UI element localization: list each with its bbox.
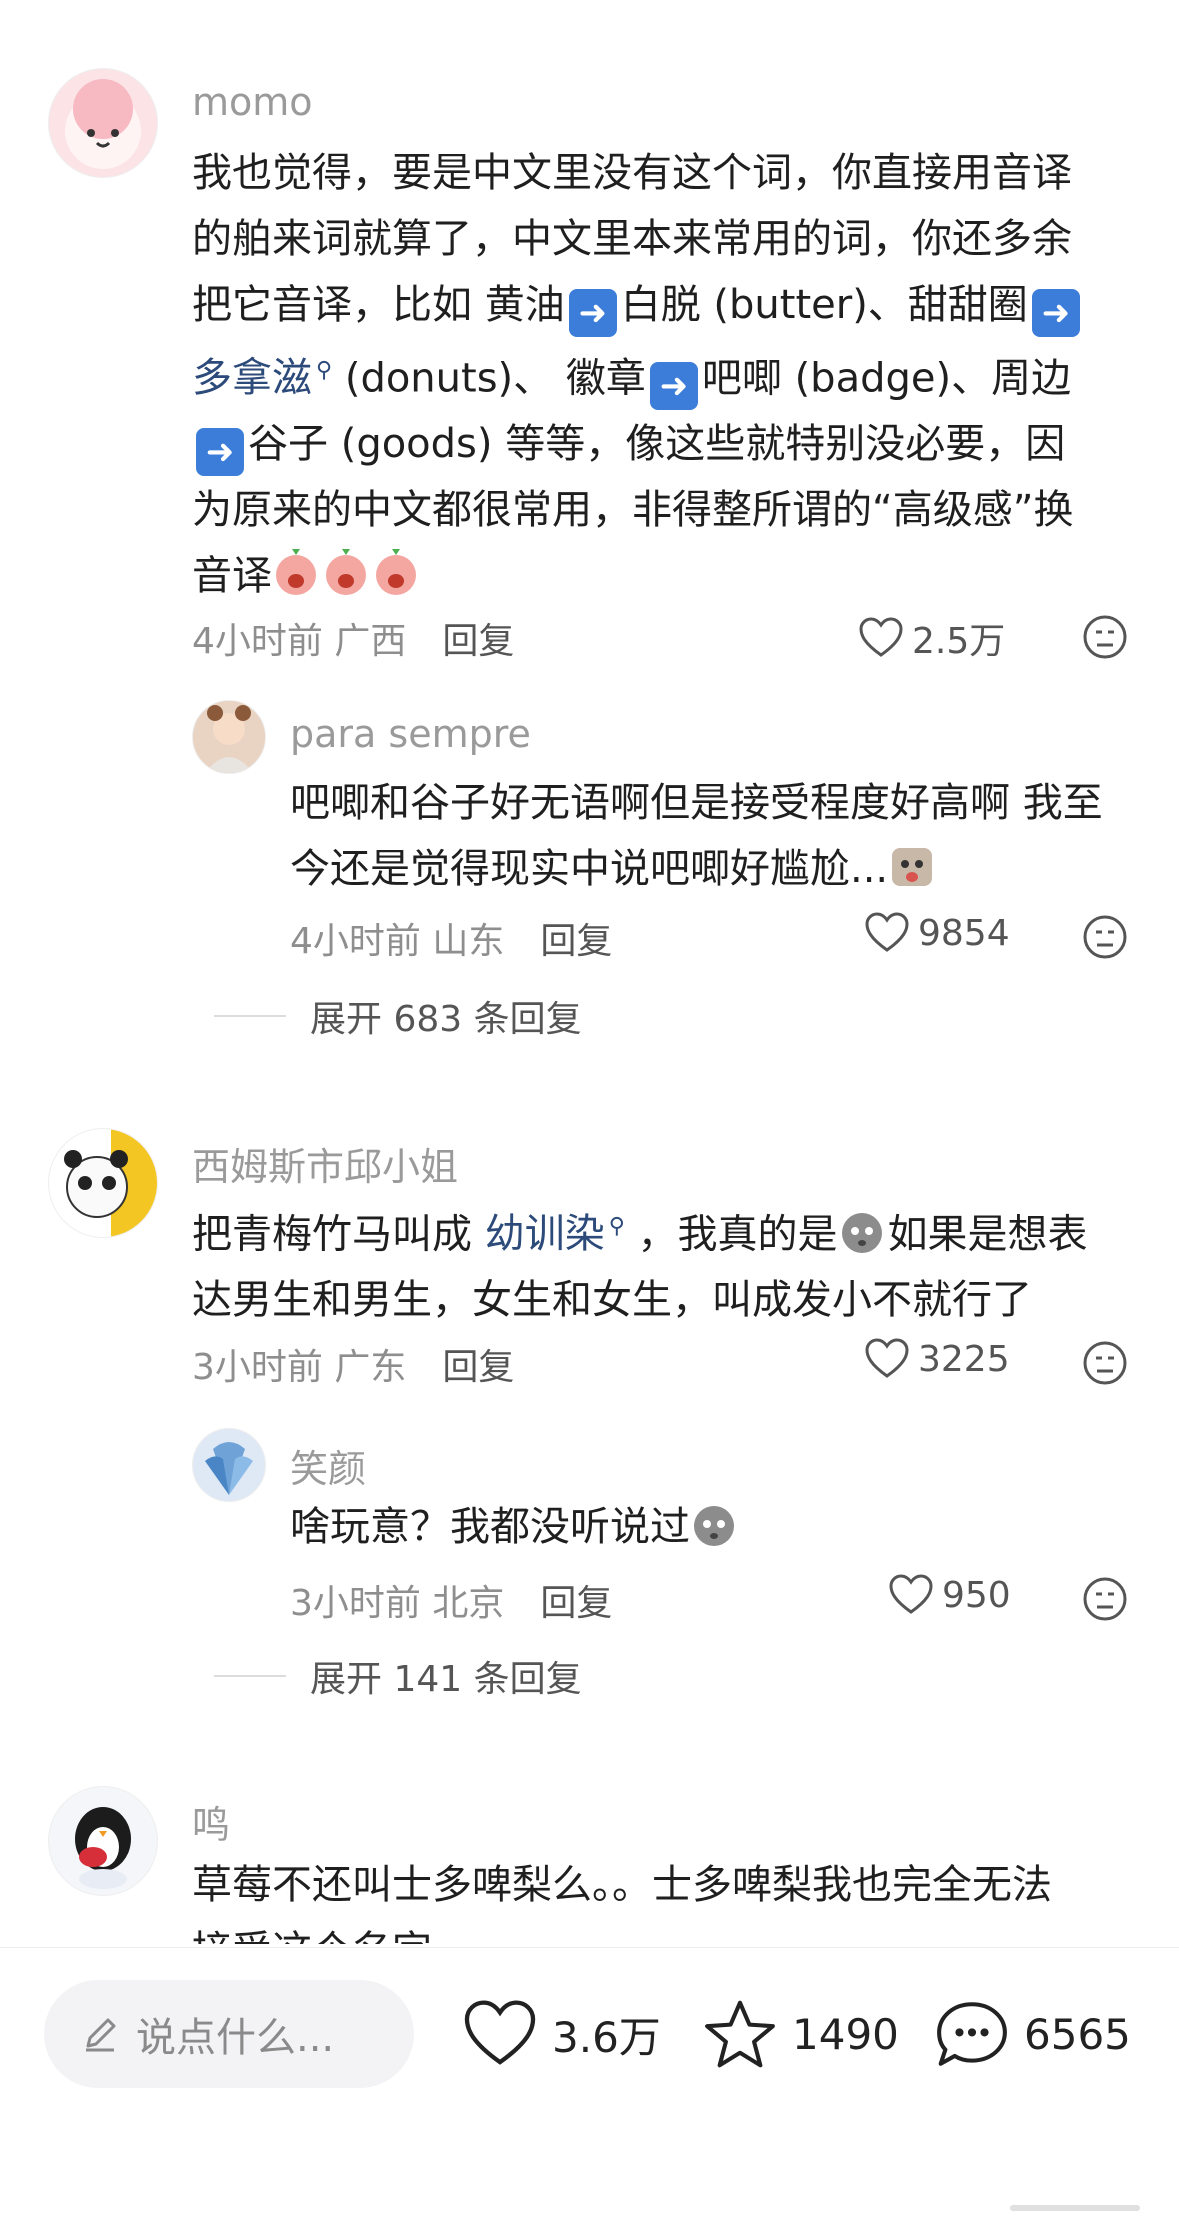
like-post-button[interactable]: 3.6万 bbox=[462, 1980, 661, 2088]
heart-icon bbox=[865, 912, 909, 952]
comment-text: 草莓不还叫士多啤梨么。。士多啤梨我也完全无法 接受这个名字 bbox=[192, 1862, 1052, 1944]
comment-author[interactable]: 西姆斯市邱小姐 bbox=[192, 1136, 458, 1191]
like-button[interactable]: 950 bbox=[888, 1574, 1011, 1616]
arrow-right-icon: ➜ bbox=[1031, 289, 1080, 337]
avatar[interactable] bbox=[48, 68, 158, 178]
expand-replies-button[interactable]: 展开 141 条回复 bbox=[214, 1650, 582, 1702]
like-button[interactable]: 2.5万 bbox=[858, 612, 1005, 664]
heart-icon bbox=[464, 2000, 536, 2065]
comment-text: 吧唧和谷子好无语啊但是接受程度好高啊 我至 今还是觉得现实中说吧唧好尴尬... bbox=[290, 780, 1103, 892]
reply-button[interactable]: 回复 bbox=[442, 621, 514, 662]
dislike-icon[interactable] bbox=[1082, 1576, 1128, 1622]
speechless-face-icon bbox=[694, 1506, 734, 1546]
expand-replies-button[interactable]: 展开 683 条回复 bbox=[214, 990, 582, 1042]
comment-author[interactable]: momo bbox=[192, 80, 313, 124]
divider bbox=[214, 1015, 286, 1017]
crying-peach-icon bbox=[276, 549, 316, 596]
dislike-icon[interactable] bbox=[1082, 914, 1128, 960]
search-icon: ⚲ bbox=[608, 1214, 625, 1239]
search-link[interactable]: 幼训染 ⚲ bbox=[485, 1211, 625, 1257]
comment-meta: 3小时前 北京 回复 bbox=[290, 1583, 613, 1624]
avatar[interactable] bbox=[48, 1128, 158, 1238]
search-link[interactable]: 多拿滋 ⚲ bbox=[192, 355, 332, 401]
comment-author[interactable]: para sempre bbox=[290, 712, 531, 756]
comment-text: 把青梅竹马叫成 幼训染 ⚲ ，我真的是 如果是想表 达男生和男生，女生和女生，叫成发… bbox=[192, 1194, 1088, 1333]
dislike-icon[interactable] bbox=[1082, 1340, 1128, 1386]
like-button[interactable]: 3225 bbox=[864, 1338, 1010, 1380]
comment-author[interactable]: 笑颜 bbox=[290, 1438, 366, 1493]
comment-text: 啥玩意？我都没听说过 bbox=[290, 1494, 740, 1560]
reply-button[interactable]: 回复 bbox=[442, 1347, 514, 1388]
heart-icon bbox=[889, 1574, 933, 1614]
search-icon: ⚲ bbox=[316, 358, 333, 383]
chat-bubble-icon bbox=[937, 2002, 1007, 2066]
comment-input[interactable]: 说点什么... bbox=[44, 1980, 414, 2088]
home-indicator bbox=[1010, 2205, 1140, 2211]
crying-peach-icon bbox=[376, 549, 416, 596]
divider bbox=[214, 1675, 286, 1677]
avatar[interactable] bbox=[48, 1786, 158, 1896]
pencil-icon bbox=[86, 2018, 116, 2052]
reply-button[interactable]: 回复 bbox=[540, 1583, 612, 1624]
arrow-right-icon: ➜ bbox=[568, 289, 617, 337]
comment-input-placeholder: 说点什么... bbox=[136, 2015, 335, 2061]
crying-peach-icon bbox=[326, 549, 366, 596]
avatar[interactable] bbox=[192, 1428, 266, 1502]
dislike-icon[interactable] bbox=[1082, 614, 1128, 660]
bottom-action-bar: 说点什么... 3.6万 1490 6565 bbox=[0, 1947, 1179, 2219]
reply-button[interactable]: 回复 bbox=[540, 921, 612, 962]
arrow-right-icon: ➜ bbox=[196, 428, 244, 477]
shocked-cat-icon bbox=[892, 848, 933, 886]
comment-meta: 4小时前 广西 回复 bbox=[192, 621, 515, 662]
comments-button[interactable]: 6565 bbox=[934, 1980, 1131, 2088]
arrow-right-icon: ➜ bbox=[649, 362, 698, 411]
heart-icon bbox=[865, 1338, 909, 1378]
favorite-button[interactable]: 1490 bbox=[702, 1980, 899, 2088]
like-button[interactable]: 9854 bbox=[864, 912, 1010, 954]
speechless-face-icon bbox=[841, 1213, 882, 1254]
avatar[interactable] bbox=[192, 700, 266, 774]
comment-meta: 4小时前 山东 回复 bbox=[290, 921, 613, 962]
comment-author[interactable]: 鸣 bbox=[192, 1794, 230, 1849]
comment-meta: 3小时前 广东 回复 bbox=[192, 1347, 515, 1388]
heart-icon bbox=[859, 617, 903, 657]
star-icon bbox=[705, 2000, 775, 2068]
comment-text: 我也觉得，要是中文里没有这个词，你直接用音译 的舶来词就算了，中文里本来常用的词… bbox=[192, 140, 1084, 609]
